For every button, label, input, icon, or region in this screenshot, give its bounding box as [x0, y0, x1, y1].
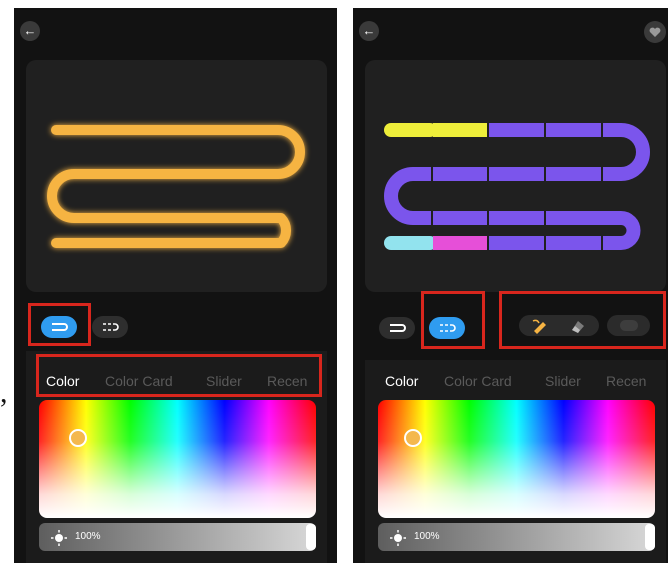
color-tabs: Color Color Card Slider Recen [385, 373, 668, 395]
led-strip-preview [365, 60, 666, 292]
tools-highlight-box [499, 291, 666, 349]
color-picker-handle[interactable] [404, 429, 422, 447]
led-strip-graphic [47, 125, 305, 248]
color-picker-field[interactable] [39, 400, 316, 518]
phone-screen-segment-mode: ← Color Color Card Slider Recen 100% [353, 8, 668, 563]
back-arrow-icon[interactable]: ← [359, 21, 379, 41]
separator-comma: , [0, 376, 8, 409]
led-segment[interactable] [620, 211, 641, 250]
favorite-heart-button[interactable] [644, 21, 666, 43]
tab-recent[interactable]: Recen [606, 373, 646, 389]
color-picker-field[interactable] [378, 400, 655, 518]
phone-screen-single-mode: ← Color Color Card Slider Recen 100% [14, 8, 337, 563]
led-strip-path [47, 125, 305, 248]
brightness-knob[interactable] [645, 524, 655, 550]
mode-highlight-box [421, 291, 485, 349]
sun-icon [51, 530, 67, 546]
heart-icon [649, 27, 661, 37]
led-strip-segments-graphic [384, 123, 650, 250]
mode-highlight-box [28, 303, 91, 346]
color-picker-handle[interactable] [69, 429, 87, 447]
led-strip-preview [26, 60, 327, 292]
tabs-highlight-box [36, 354, 322, 397]
back-arrow-icon[interactable]: ← [20, 21, 40, 41]
brightness-value: 100% [75, 531, 101, 542]
tab-slider[interactable]: Slider [545, 373, 581, 389]
tab-color[interactable]: Color [385, 373, 418, 389]
brightness-slider[interactable]: 100% [39, 523, 316, 551]
sun-icon [390, 530, 406, 546]
single-mode-button[interactable] [379, 317, 415, 339]
brightness-knob[interactable] [306, 524, 316, 550]
tab-color-card[interactable]: Color Card [444, 373, 512, 389]
segment-mode-button[interactable] [92, 316, 128, 338]
brightness-slider[interactable]: 100% [378, 523, 655, 551]
brightness-value: 100% [414, 531, 440, 542]
led-segment[interactable] [620, 123, 650, 181]
led-segment[interactable] [384, 167, 414, 225]
